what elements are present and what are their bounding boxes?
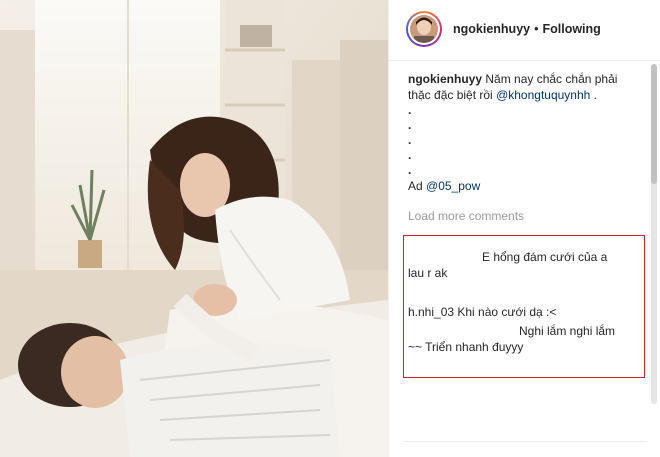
panel-divider	[403, 441, 647, 442]
avatar-ring-inner	[408, 13, 440, 45]
avatar[interactable]	[406, 11, 442, 47]
ad-label: Ad	[408, 179, 423, 193]
caption-dot: .	[408, 133, 412, 147]
caption-dot: .	[408, 103, 412, 117]
post-side-panel: ngokienhuyy • Following ngokienhuyy Năm na…	[388, 0, 660, 457]
caption-body-part2: .	[590, 88, 597, 102]
caption: ngokienhuyy Năm nay chắc chắn phải thặc …	[408, 71, 643, 194]
caption-dot: .	[408, 118, 412, 132]
caption-mention[interactable]: @khongtuquynhh	[496, 88, 590, 102]
load-more-comments-link[interactable]: Load more comments	[408, 209, 524, 223]
post-photo-illustration	[0, 0, 388, 457]
highlighted-comment-line: h.nhi_03 Khi nào cưới dạ :<	[408, 305, 557, 319]
post-header: ngokienhuyy • Following	[389, 0, 660, 61]
header-text: ngokienhuyy • Following	[453, 22, 601, 36]
header-separator: •	[534, 22, 539, 36]
caption-text: ngokienhuyy Năm nay chắc chắn phải thặc …	[408, 71, 643, 103]
scrollbar-thumb[interactable]	[651, 64, 657, 184]
caption-dot: .	[408, 148, 412, 162]
comments-scrollbar[interactable]	[651, 64, 657, 404]
follow-status-button[interactable]: Following	[542, 22, 600, 36]
highlighted-comment-line: Nghi lắm nghi lắm	[519, 324, 616, 338]
header-username[interactable]: ngokienhuyy	[453, 22, 530, 36]
ad-mention[interactable]: @05_pow	[426, 179, 480, 193]
highlighted-comments-box: E hổng đám cưới của a lau r ak h.nhi_03 …	[403, 235, 645, 378]
post-photo[interactable]	[0, 0, 388, 457]
caption-username[interactable]: ngokienhuyy	[408, 72, 482, 86]
caption-dot: .	[408, 163, 412, 177]
avatar-image	[410, 15, 438, 43]
highlighted-comment-line: ~~ Triển nhanh đuyyy	[408, 340, 524, 354]
ad-line: Ad @05_pow	[408, 178, 643, 194]
highlighted-comment-line: E hổng đám cưới của a	[482, 250, 608, 264]
highlighted-comment-line: lau r ak	[408, 266, 448, 280]
